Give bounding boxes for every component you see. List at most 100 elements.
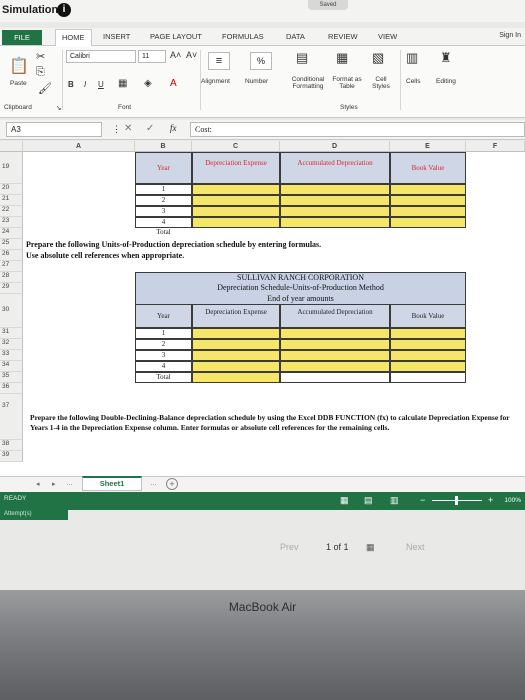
- schedule-title[interactable]: Depreciation Schedule-Units-of-Productio…: [135, 283, 466, 294]
- empty-cell[interactable]: [390, 372, 466, 383]
- row-header[interactable]: 30: [0, 294, 23, 328]
- tab-insert[interactable]: INSERT: [103, 32, 130, 41]
- t2-year-cell[interactable]: 1: [135, 328, 192, 339]
- tab-file[interactable]: FILE: [2, 30, 42, 45]
- t1-total-label[interactable]: Total: [135, 228, 192, 239]
- conditional-formatting-icon[interactable]: ▤: [296, 50, 308, 66]
- zoom-out-icon[interactable]: −: [420, 495, 425, 505]
- row-header[interactable]: 35: [0, 372, 23, 383]
- info-icon[interactable]: i: [57, 3, 71, 17]
- underline-button[interactable]: U: [98, 80, 104, 89]
- zoom-in-icon[interactable]: +: [488, 495, 493, 505]
- clipboard-launcher-icon[interactable]: ↘: [56, 104, 61, 112]
- t1-acc-dep-header[interactable]: Accumulated Depreciation: [280, 152, 390, 184]
- format-as-table-icon[interactable]: ▦: [336, 50, 348, 66]
- more-sheets-icon[interactable]: …: [150, 480, 157, 487]
- grid-icon[interactable]: ▦: [366, 542, 375, 553]
- fill-color-icon[interactable]: ◈: [144, 78, 152, 89]
- format-as-table-button[interactable]: Format as Table: [330, 76, 364, 90]
- zoom-slider-thumb[interactable]: [455, 496, 458, 505]
- sheet-tab-sheet1[interactable]: Sheet1: [82, 476, 142, 491]
- input-cell[interactable]: [280, 184, 390, 195]
- next-button[interactable]: Next: [406, 542, 425, 552]
- t1-year-cell[interactable]: 3: [135, 206, 192, 217]
- t2-total-label[interactable]: Total: [135, 372, 192, 383]
- input-cell[interactable]: [192, 350, 280, 361]
- row-header[interactable]: 21: [0, 195, 23, 206]
- page-layout-view-icon[interactable]: ▤: [364, 495, 373, 506]
- t1-dep-expense-header[interactable]: Depreciation Expense: [192, 152, 280, 184]
- page-break-view-icon[interactable]: ▥: [390, 495, 399, 506]
- input-cell[interactable]: [192, 206, 280, 217]
- input-cell[interactable]: [390, 339, 466, 350]
- input-cell[interactable]: [390, 206, 466, 217]
- input-cell[interactable]: [390, 195, 466, 206]
- input-cell[interactable]: [280, 350, 390, 361]
- worksheet-grid[interactable]: A B C D E F 19 20 21 22 23 24 25 26 27 2…: [0, 141, 525, 476]
- t2-year-header[interactable]: Year: [135, 304, 192, 328]
- t1-year-cell[interactable]: 2: [135, 195, 192, 206]
- input-cell[interactable]: [280, 339, 390, 350]
- italic-button[interactable]: I: [84, 80, 86, 89]
- select-all-corner[interactable]: [0, 141, 23, 152]
- cells-button[interactable]: Cells: [406, 78, 420, 85]
- t2-dep-expense-header[interactable]: Depreciation Expense: [192, 304, 280, 328]
- row-header[interactable]: 22: [0, 206, 23, 217]
- t2-year-cell[interactable]: 4: [135, 361, 192, 372]
- t2-book-value-header[interactable]: Book Value: [390, 304, 466, 328]
- borders-icon[interactable]: ▦: [118, 78, 127, 89]
- scroll-right-icon[interactable]: ▸: [52, 480, 56, 488]
- row-header[interactable]: 36: [0, 383, 23, 394]
- tab-page-layout[interactable]: PAGE LAYOUT: [150, 32, 202, 41]
- font-name-select[interactable]: Calibri: [66, 50, 136, 63]
- empty-cell[interactable]: [280, 372, 390, 383]
- cancel-icon[interactable]: ✕: [124, 123, 132, 134]
- font-color-icon[interactable]: A: [170, 78, 177, 89]
- cut-icon[interactable]: ✂: [36, 50, 45, 63]
- input-cell[interactable]: [280, 361, 390, 372]
- column-header-a[interactable]: A: [23, 141, 135, 152]
- row-header[interactable]: 32: [0, 339, 23, 350]
- input-cell[interactable]: [280, 206, 390, 217]
- column-header-e[interactable]: E: [390, 141, 466, 152]
- percent-icon[interactable]: %: [250, 52, 272, 70]
- more-sheets-icon[interactable]: …: [66, 480, 73, 487]
- t1-year-cell[interactable]: 1: [135, 184, 192, 195]
- bold-button[interactable]: B: [68, 80, 74, 89]
- tab-formulas[interactable]: FORMULAS: [222, 32, 264, 41]
- row-header[interactable]: 29: [0, 283, 23, 294]
- row-header[interactable]: 24: [0, 228, 23, 239]
- conditional-formatting-button[interactable]: Conditional Formatting: [282, 76, 334, 90]
- row-header[interactable]: 34: [0, 361, 23, 372]
- row-header[interactable]: 25: [0, 239, 23, 250]
- input-cell[interactable]: [390, 328, 466, 339]
- add-sheet-icon[interactable]: +: [166, 478, 178, 490]
- alignment-icon[interactable]: ≡: [208, 52, 230, 70]
- editing-icon[interactable]: ♜: [440, 50, 452, 66]
- column-header-f[interactable]: F: [466, 141, 525, 152]
- cell-styles-icon[interactable]: ▧: [372, 50, 384, 66]
- row-header[interactable]: 31: [0, 328, 23, 339]
- fx-icon[interactable]: fx: [170, 123, 177, 133]
- input-cell[interactable]: [390, 350, 466, 361]
- row-header[interactable]: 23: [0, 217, 23, 228]
- shrink-font-icon[interactable]: A˅: [186, 50, 197, 60]
- t2-year-cell[interactable]: 2: [135, 339, 192, 350]
- t2-acc-dep-header[interactable]: Accumulated Depreciation: [280, 304, 390, 328]
- format-painter-icon[interactable]: 🖌: [38, 82, 52, 95]
- column-header-b[interactable]: B: [135, 141, 192, 152]
- input-cell[interactable]: [390, 217, 466, 228]
- row-header[interactable]: 20: [0, 184, 23, 195]
- input-cell[interactable]: [280, 217, 390, 228]
- prev-button[interactable]: Prev: [280, 542, 299, 552]
- copy-icon[interactable]: ⎘: [36, 66, 45, 79]
- t1-year-header[interactable]: Year: [135, 152, 192, 184]
- t1-year-cell[interactable]: 4: [135, 217, 192, 228]
- input-cell[interactable]: [192, 217, 280, 228]
- input-cell[interactable]: [192, 361, 280, 372]
- company-title[interactable]: SULLIVAN RANCH CORPORATION: [135, 272, 466, 283]
- input-cell[interactable]: [192, 328, 280, 339]
- input-cell[interactable]: [192, 195, 280, 206]
- end-of-year-label[interactable]: End of year amounts: [135, 294, 466, 304]
- font-size-select[interactable]: 11: [138, 50, 166, 63]
